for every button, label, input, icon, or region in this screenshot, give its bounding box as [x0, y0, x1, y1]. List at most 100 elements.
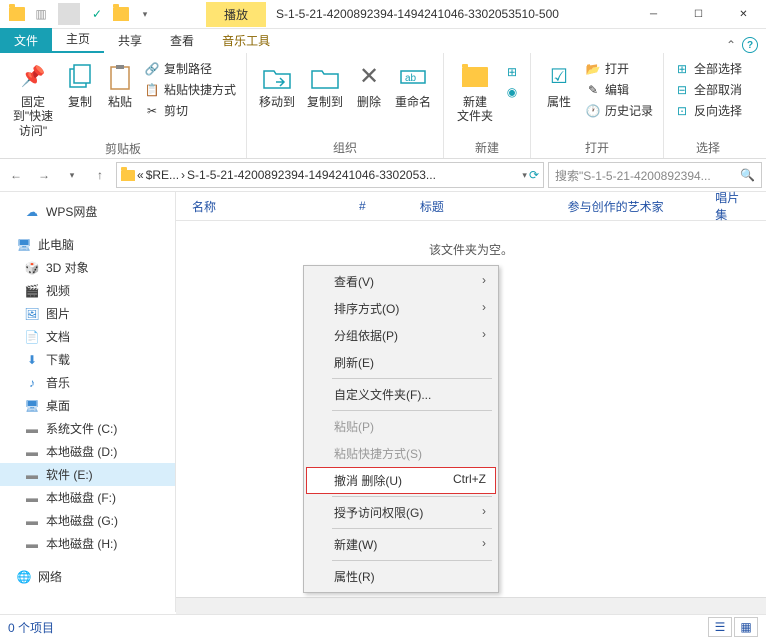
nav-drive-e[interactable]: ▬软件 (E:): [0, 463, 175, 486]
paste-button[interactable]: 粘贴: [102, 57, 138, 109]
nav-docs[interactable]: 📄文档: [0, 325, 175, 348]
open-button[interactable]: 📂打开: [583, 59, 655, 78]
tab-file[interactable]: 文件: [0, 28, 52, 53]
qat-save-icon[interactable]: ▥: [30, 3, 52, 25]
copyto-button[interactable]: 复制到: [303, 57, 347, 109]
paste-icon: [104, 61, 136, 93]
search-input[interactable]: 搜索"S-1-5-21-4200892394... 🔍: [548, 162, 762, 188]
qat-folder-icon[interactable]: [110, 3, 132, 25]
new-item-icon: ⊞: [504, 64, 520, 80]
breadcrumb-dropdown-icon[interactable]: ▾: [522, 170, 527, 181]
copy-button[interactable]: 复制: [62, 57, 98, 109]
status-text: 0 个项目: [8, 619, 54, 636]
forward-button[interactable]: →: [32, 163, 56, 187]
pc-icon: 🖥: [16, 237, 32, 253]
minimize-button[interactable]: ─: [631, 0, 676, 28]
drive-icon: ▬: [24, 467, 40, 483]
tab-home[interactable]: 主页: [52, 26, 104, 53]
column-headers[interactable]: 名称 # 标题 参与创作的艺术家 唱片集: [176, 192, 766, 221]
recent-dropdown[interactable]: ▾: [60, 163, 84, 187]
nav-pictures[interactable]: 🖼图片: [0, 302, 175, 325]
history-button[interactable]: 🕐历史记录: [583, 101, 655, 120]
qat-check-icon[interactable]: ✓: [86, 3, 108, 25]
ctx-refresh[interactable]: 刷新(E): [306, 349, 496, 376]
3d-icon: 🎲: [24, 260, 40, 276]
maximize-button[interactable]: ☐: [676, 0, 721, 28]
context-menu: 查看(V)› 排序方式(O)› 分组依据(P)› 刷新(E) 自定义文件夹(F)…: [303, 265, 499, 593]
nav-drive-d[interactable]: ▬本地磁盘 (D:): [0, 440, 175, 463]
copy-path-button[interactable]: 🔗复制路径: [142, 59, 238, 78]
ctx-sort[interactable]: 排序方式(O)›: [306, 295, 496, 322]
select-none-button[interactable]: ⊟全部取消: [672, 80, 744, 99]
tab-view[interactable]: 查看: [156, 28, 208, 53]
nav-downloads[interactable]: ⬇下载: [0, 348, 175, 371]
properties-button[interactable]: ☑属性: [539, 57, 579, 109]
nav-3d[interactable]: 🎲3D 对象: [0, 256, 175, 279]
pictures-icon: 🖼: [24, 306, 40, 322]
back-button[interactable]: ←: [4, 163, 28, 187]
paste-shortcut-button[interactable]: 📋粘贴快捷方式: [142, 80, 238, 99]
col-num[interactable]: #: [343, 199, 404, 213]
col-name[interactable]: 名称: [176, 198, 343, 215]
tab-share[interactable]: 共享: [104, 28, 156, 53]
music-icon: ♪: [24, 375, 40, 391]
breadcrumb-part[interactable]: S-1-5-21-4200892394-1494241046-3302053..…: [187, 168, 436, 182]
nav-video[interactable]: 🎬视频: [0, 279, 175, 302]
rename-button[interactable]: ab重命名: [391, 57, 435, 109]
moveto-icon: [261, 61, 293, 93]
desktop-icon: 🖥: [24, 398, 40, 414]
ribbon-collapse-icon[interactable]: ⌃: [726, 38, 736, 52]
ctx-customize[interactable]: 自定义文件夹(F)...: [306, 381, 496, 408]
nav-network[interactable]: 🌐网络: [0, 565, 175, 588]
nav-drive-g[interactable]: ▬本地磁盘 (G:): [0, 509, 175, 532]
copy-icon: [64, 61, 96, 93]
navigation-pane[interactable]: ☁WPS网盘 🖥此电脑 🎲3D 对象 🎬视频 🖼图片 📄文档 ⬇下载 ♪音乐 🖥…: [0, 192, 176, 612]
invert-selection-button[interactable]: ⊡反向选择: [672, 101, 744, 120]
nav-drive-c[interactable]: ▬系统文件 (C:): [0, 417, 175, 440]
copyto-icon: [309, 61, 341, 93]
up-button[interactable]: ↑: [88, 163, 112, 187]
breadcrumb-sep: «: [137, 168, 144, 182]
nav-drive-h[interactable]: ▬本地磁盘 (H:): [0, 532, 175, 555]
organize-group-label: 组织: [255, 137, 435, 156]
nav-wps[interactable]: ☁WPS网盘: [0, 200, 175, 223]
col-artist[interactable]: 参与创作的艺术家: [552, 198, 700, 215]
cut-button[interactable]: ✂剪切: [142, 101, 238, 120]
col-album[interactable]: 唱片集: [699, 189, 766, 223]
ctx-group[interactable]: 分组依据(P)›: [306, 322, 496, 349]
ctx-undo-delete[interactable]: 撤消 删除(U)Ctrl+Z: [306, 467, 496, 494]
ctx-properties[interactable]: 属性(R): [306, 563, 496, 590]
view-icons-button[interactable]: ▦: [734, 617, 758, 637]
easy-access-button[interactable]: ◉: [502, 83, 522, 101]
col-title[interactable]: 标题: [404, 198, 552, 215]
search-icon[interactable]: 🔍: [740, 168, 755, 182]
help-icon[interactable]: ?: [742, 37, 758, 53]
close-button[interactable]: ✕: [721, 0, 766, 28]
delete-button[interactable]: ✕删除: [351, 57, 387, 109]
view-details-button[interactable]: ☰: [708, 617, 732, 637]
nav-music[interactable]: ♪音乐: [0, 371, 175, 394]
breadcrumb-part[interactable]: $RE...: [146, 168, 179, 182]
chevron-right-icon: ›: [482, 300, 486, 317]
edit-button[interactable]: ✎编辑: [583, 80, 655, 99]
clipboard-group-label: 剪贴板: [8, 138, 238, 157]
breadcrumb[interactable]: « $RE... › S-1-5-21-4200892394-149424104…: [116, 162, 544, 188]
refresh-icon[interactable]: ⟳: [529, 168, 539, 182]
nav-desktop[interactable]: 🖥桌面: [0, 394, 175, 417]
new-folder-button[interactable]: 新建 文件夹: [452, 57, 498, 124]
nav-drive-f[interactable]: ▬本地磁盘 (F:): [0, 486, 175, 509]
cloud-icon: ☁: [24, 204, 40, 220]
new-item-button[interactable]: ⊞: [502, 63, 522, 81]
qat-dropdown-icon[interactable]: ▾: [134, 3, 156, 25]
invert-icon: ⊡: [674, 103, 690, 119]
ctx-view[interactable]: 查看(V)›: [306, 268, 496, 295]
ctx-new[interactable]: 新建(W)›: [306, 531, 496, 558]
horizontal-scrollbar[interactable]: [176, 597, 766, 615]
ctx-access[interactable]: 授予访问权限(G)›: [306, 499, 496, 526]
select-all-button[interactable]: ⊞全部选择: [672, 59, 744, 78]
moveto-button[interactable]: 移动到: [255, 57, 299, 109]
play-tab[interactable]: 播放: [206, 2, 266, 27]
tab-music[interactable]: 音乐工具: [208, 28, 284, 53]
pin-button[interactable]: 📌固定到"快速访问": [8, 57, 58, 138]
nav-thispc[interactable]: 🖥此电脑: [0, 233, 175, 256]
